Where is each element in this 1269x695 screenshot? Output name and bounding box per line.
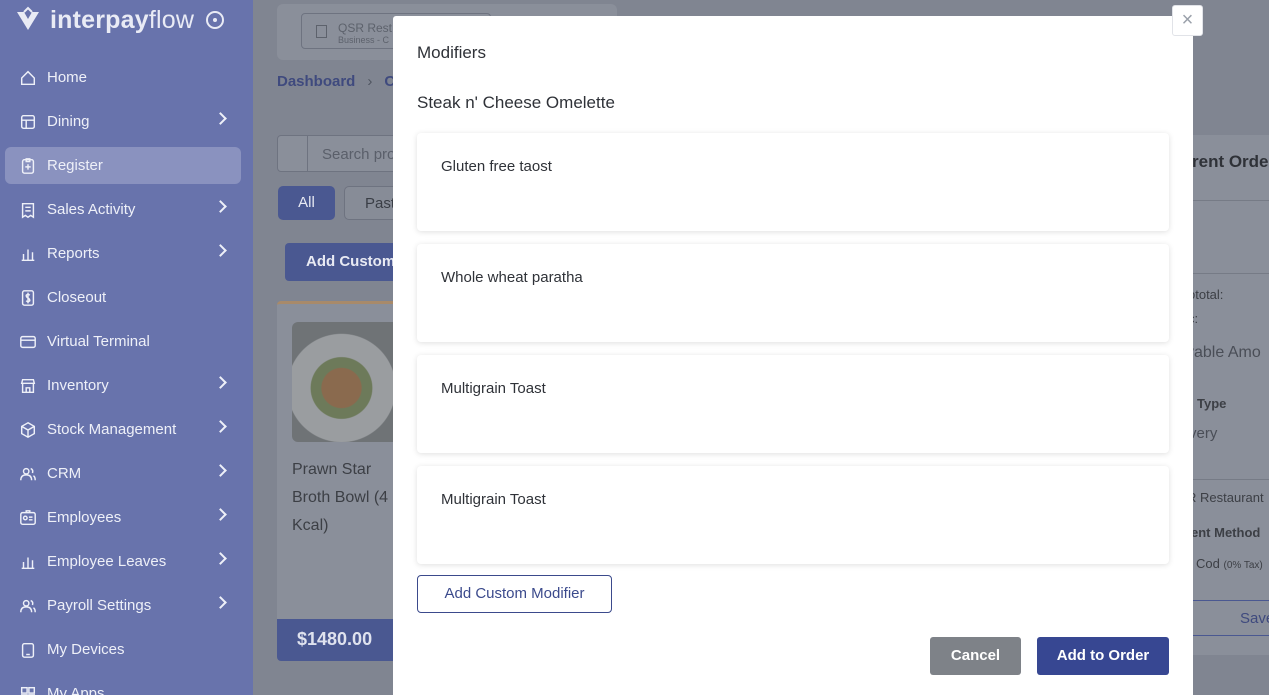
sidebar-item-label: My Devices xyxy=(47,641,125,658)
clipboard-icon xyxy=(18,156,37,175)
sidebar-item-label: Stock Management xyxy=(47,421,177,438)
sidebar-item-label: Employee Leaves xyxy=(47,553,167,570)
search-divider xyxy=(307,136,308,171)
filter-all-button[interactable]: All xyxy=(278,186,335,220)
sidebar-item-label: Employees xyxy=(47,509,122,526)
bar-chart-icon xyxy=(18,552,37,571)
modifier-option[interactable]: Gluten free taost xyxy=(417,133,1169,231)
business-name: QSR Rest xyxy=(338,21,393,35)
logo-icon xyxy=(17,6,39,30)
sidebar-item-employee-leaves[interactable]: Employee Leaves xyxy=(5,543,241,580)
chevron-right-icon: › xyxy=(367,73,373,90)
building-icon xyxy=(316,25,327,38)
sidebar-item-reports[interactable]: Reports xyxy=(5,235,241,272)
payment-method-value[interactable]: Cod (0% Tax) xyxy=(1196,556,1263,571)
sidebar: interpayflow Home Dining Register Sales Act… xyxy=(0,0,253,695)
sidebar-item-inventory[interactable]: Inventory xyxy=(5,367,241,404)
product-search[interactable]: Search pro xyxy=(277,135,407,172)
store-icon xyxy=(18,376,37,395)
sidebar-item-label: Closeout xyxy=(47,289,107,306)
clock-icon[interactable] xyxy=(206,11,225,29)
sidebar-item-register[interactable]: Register xyxy=(5,147,241,184)
chevron-right-icon xyxy=(214,508,227,521)
sidebar-item-virtual-terminal[interactable]: Virtual Terminal xyxy=(5,323,241,360)
device-icon xyxy=(18,640,37,659)
location-value: R Restaurant xyxy=(1187,490,1264,505)
sidebar-item-home[interactable]: Home xyxy=(5,59,241,96)
sidebar-item-sales-activity[interactable]: Sales Activity xyxy=(5,191,241,228)
chevron-right-icon xyxy=(214,552,227,565)
sidebar-item-label: Inventory xyxy=(47,377,109,394)
id-card-icon xyxy=(18,508,37,527)
sidebar-item-label: Virtual Terminal xyxy=(47,333,150,350)
brand-logo[interactable]: interpayflow xyxy=(14,4,225,36)
brand-name: interpayflow xyxy=(50,5,195,34)
search-placeholder: Search pro xyxy=(322,146,396,163)
add-custom-modifier-button[interactable]: Add Custom Modifier xyxy=(417,575,612,613)
breadcrumb-dashboard[interactable]: Dashboard xyxy=(277,73,355,90)
users-icon xyxy=(18,596,37,615)
modifier-option[interactable]: Multigrain Toast xyxy=(417,466,1169,564)
credit-card-icon xyxy=(18,332,37,351)
sidebar-item-employees[interactable]: Employees xyxy=(5,499,241,536)
payable-amount-label: yable Amo xyxy=(1186,344,1261,361)
subtotal-label: ototal: xyxy=(1188,287,1224,302)
payment-method-label: ent Method xyxy=(1191,525,1261,540)
sidebar-item-label: CRM xyxy=(47,465,82,482)
add-custom-item-button[interactable]: Add Custom xyxy=(285,243,405,281)
modifier-list: Gluten free taost Whole wheat paratha Mult… xyxy=(417,133,1169,577)
modifier-label: Multigrain Toast xyxy=(441,491,546,508)
modifier-label: Gluten free taost xyxy=(441,158,552,175)
product-name: Prawn Star Broth Bowl (4 Kcal) xyxy=(292,461,389,534)
close-icon[interactable]: × xyxy=(1172,5,1203,36)
sidebar-item-label: My Apps xyxy=(47,685,105,695)
sidebar-item-label: Payroll Settings xyxy=(47,597,152,614)
product-card[interactable]: Prawn Star Broth Bowl (4 Kcal) $1480.00 xyxy=(277,301,403,661)
sidebar-nav: Home Dining Register Sales Activity Reports C… xyxy=(5,59,241,695)
chevron-right-icon xyxy=(214,464,227,477)
box-icon xyxy=(18,420,37,439)
sidebar-item-label: Dining xyxy=(47,113,90,130)
apps-icon xyxy=(18,684,37,695)
chevron-right-icon xyxy=(214,112,227,125)
product-image xyxy=(292,322,402,442)
sidebar-item-label: Reports xyxy=(47,245,100,262)
table-icon xyxy=(18,112,37,131)
sidebar-item-label: Sales Activity xyxy=(47,201,136,218)
add-to-order-button[interactable]: Add to Order xyxy=(1037,637,1169,675)
home-icon xyxy=(18,68,37,87)
modifiers-modal: Modifiers Steak n' Cheese Omelette Glute… xyxy=(393,16,1193,695)
item-name: Steak n' Cheese Omelette xyxy=(417,93,615,112)
bar-chart-icon xyxy=(18,244,37,263)
sidebar-item-stock-management[interactable]: Stock Management xyxy=(5,411,241,448)
sidebar-item-payroll-settings[interactable]: Payroll Settings xyxy=(5,587,241,624)
order-type-value[interactable]: very xyxy=(1189,425,1217,442)
product-price: $1480.00 xyxy=(277,619,403,661)
breadcrumb: Dashboard › C xyxy=(277,73,395,90)
sidebar-item-my-devices[interactable]: My Devices xyxy=(5,631,241,668)
chevron-right-icon xyxy=(214,244,227,257)
users-icon xyxy=(18,464,37,483)
modifier-label: Multigrain Toast xyxy=(441,380,546,397)
sidebar-item-my-apps[interactable]: My Apps xyxy=(5,675,241,695)
sidebar-item-crm[interactable]: CRM xyxy=(5,455,241,492)
sidebar-item-label: Register xyxy=(47,157,103,174)
modifier-option[interactable]: Whole wheat paratha xyxy=(417,244,1169,342)
modifier-label: Whole wheat paratha xyxy=(441,269,583,286)
receipt-icon xyxy=(18,200,37,219)
chevron-right-icon xyxy=(214,200,227,213)
sidebar-item-label: Home xyxy=(47,69,88,86)
chevron-right-icon xyxy=(214,376,227,389)
dollar-icon xyxy=(18,288,37,307)
order-title: rent Orde xyxy=(1192,152,1269,171)
cancel-button[interactable]: Cancel xyxy=(930,637,1021,675)
order-type-label: Type xyxy=(1197,396,1227,411)
chevron-right-icon xyxy=(214,596,227,609)
sidebar-item-closeout[interactable]: Closeout xyxy=(5,279,241,316)
modifier-option[interactable]: Multigrain Toast xyxy=(417,355,1169,453)
chevron-right-icon xyxy=(214,420,227,433)
modal-title: Modifiers xyxy=(417,43,486,62)
sidebar-item-dining[interactable]: Dining xyxy=(5,103,241,140)
